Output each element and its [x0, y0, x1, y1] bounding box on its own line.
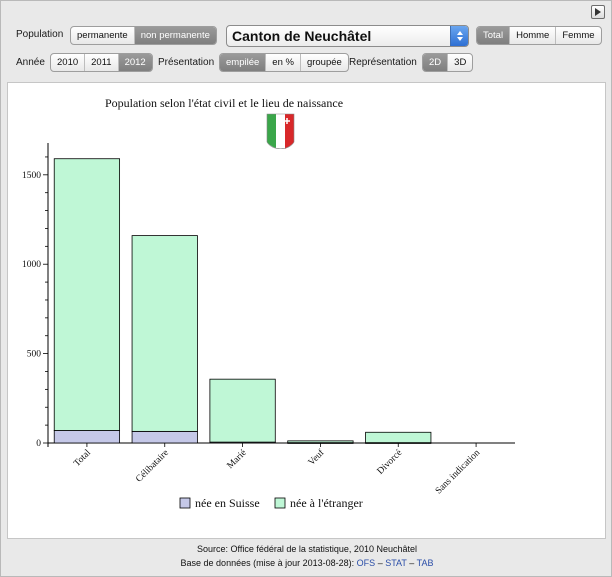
presentation-option-empilee[interactable]: empilée	[220, 54, 267, 71]
canton-dropdown[interactable]: Canton de Neuchâtel	[226, 25, 469, 47]
representation-label: Représentation	[349, 57, 417, 68]
link-separator: –	[409, 558, 415, 568]
bar-chart: Population selon l'état civil et le lieu…	[22, 96, 515, 510]
sex-option-femme[interactable]: Femme	[556, 27, 600, 44]
link-tab[interactable]: TAB	[417, 558, 434, 568]
chart-title: Population selon l'état civil et le lieu…	[105, 96, 343, 110]
sex-option-total[interactable]: Total	[477, 27, 511, 44]
chart-panel: Population selon l'état civil et le lieu…	[7, 82, 606, 539]
y-tick-label: 500	[27, 350, 42, 360]
annee-option-2012[interactable]: 2012	[118, 54, 152, 71]
y-tick-label: 1000	[22, 260, 41, 270]
y-tick-label: 1500	[22, 171, 41, 181]
link-ofs[interactable]: OFS	[357, 558, 376, 568]
annee-option-2010[interactable]: 2010	[51, 54, 86, 71]
sex-option-homme[interactable]: Homme	[510, 27, 557, 44]
presentation-option-groupee[interactable]: groupée	[301, 54, 348, 71]
neuchatel-coat-of-arms-icon	[266, 113, 295, 150]
database-text: Base de données (mise à jour 2013-08-28)…	[180, 558, 355, 568]
x-tick-label: Total	[72, 448, 93, 469]
source-text: Source: Office fédéral de la statistique…	[197, 544, 417, 554]
presentation-label: Présentation	[158, 57, 215, 68]
x-tick-label: Sans indication	[434, 448, 482, 496]
app-frame: Population permanente non permanente Can…	[0, 0, 612, 577]
bar-etranger	[209, 378, 276, 443]
y-tick-label: 0	[36, 439, 41, 449]
presentation-option-en-pourcent[interactable]: en %	[266, 54, 301, 71]
x-tick-label: Veuf	[306, 447, 327, 468]
x-tick-label: Marié	[226, 448, 249, 471]
dropdown-arrows-icon	[450, 26, 468, 46]
annee-option-2011[interactable]: 2011	[85, 54, 119, 71]
representation-selector: 2D 3D	[422, 53, 474, 72]
x-tick-label: Divorcé	[376, 448, 405, 477]
legend-label: née en Suisse	[195, 496, 260, 510]
bar-etranger	[131, 235, 198, 432]
legend-swatch	[274, 497, 286, 509]
bar-etranger	[365, 431, 432, 444]
population-option-non-permanente[interactable]: non permanente	[134, 27, 216, 44]
population-selector: permanente non permanente	[70, 26, 217, 45]
link-stat[interactable]: STAT	[385, 558, 407, 568]
link-separator: –	[377, 558, 383, 568]
sex-selector: Total Homme Femme	[476, 26, 602, 45]
representation-option-2d[interactable]: 2D	[423, 54, 449, 71]
bar-suisse	[53, 430, 121, 444]
canton-value: Canton de Neuchâtel	[232, 28, 372, 44]
bar-etranger	[287, 440, 354, 444]
annee-label: Année	[16, 57, 45, 68]
population-label: Population	[16, 29, 64, 40]
population-option-permanente[interactable]: permanente	[71, 27, 135, 44]
legend-label: née à l'étranger	[290, 496, 363, 510]
presentation-selector: empilée en % groupée	[219, 53, 349, 72]
x-tick-label: Célibataire	[134, 448, 171, 485]
annee-selector: 2010 2011 2012	[50, 53, 153, 72]
representation-option-3d[interactable]: 3D	[448, 54, 472, 71]
legend-swatch	[179, 497, 191, 509]
database-line: Base de données (mise à jour 2013-08-28)…	[1, 558, 612, 568]
bar-suisse	[131, 430, 198, 444]
play-icon[interactable]	[591, 5, 605, 19]
bar-etranger	[53, 158, 121, 431]
